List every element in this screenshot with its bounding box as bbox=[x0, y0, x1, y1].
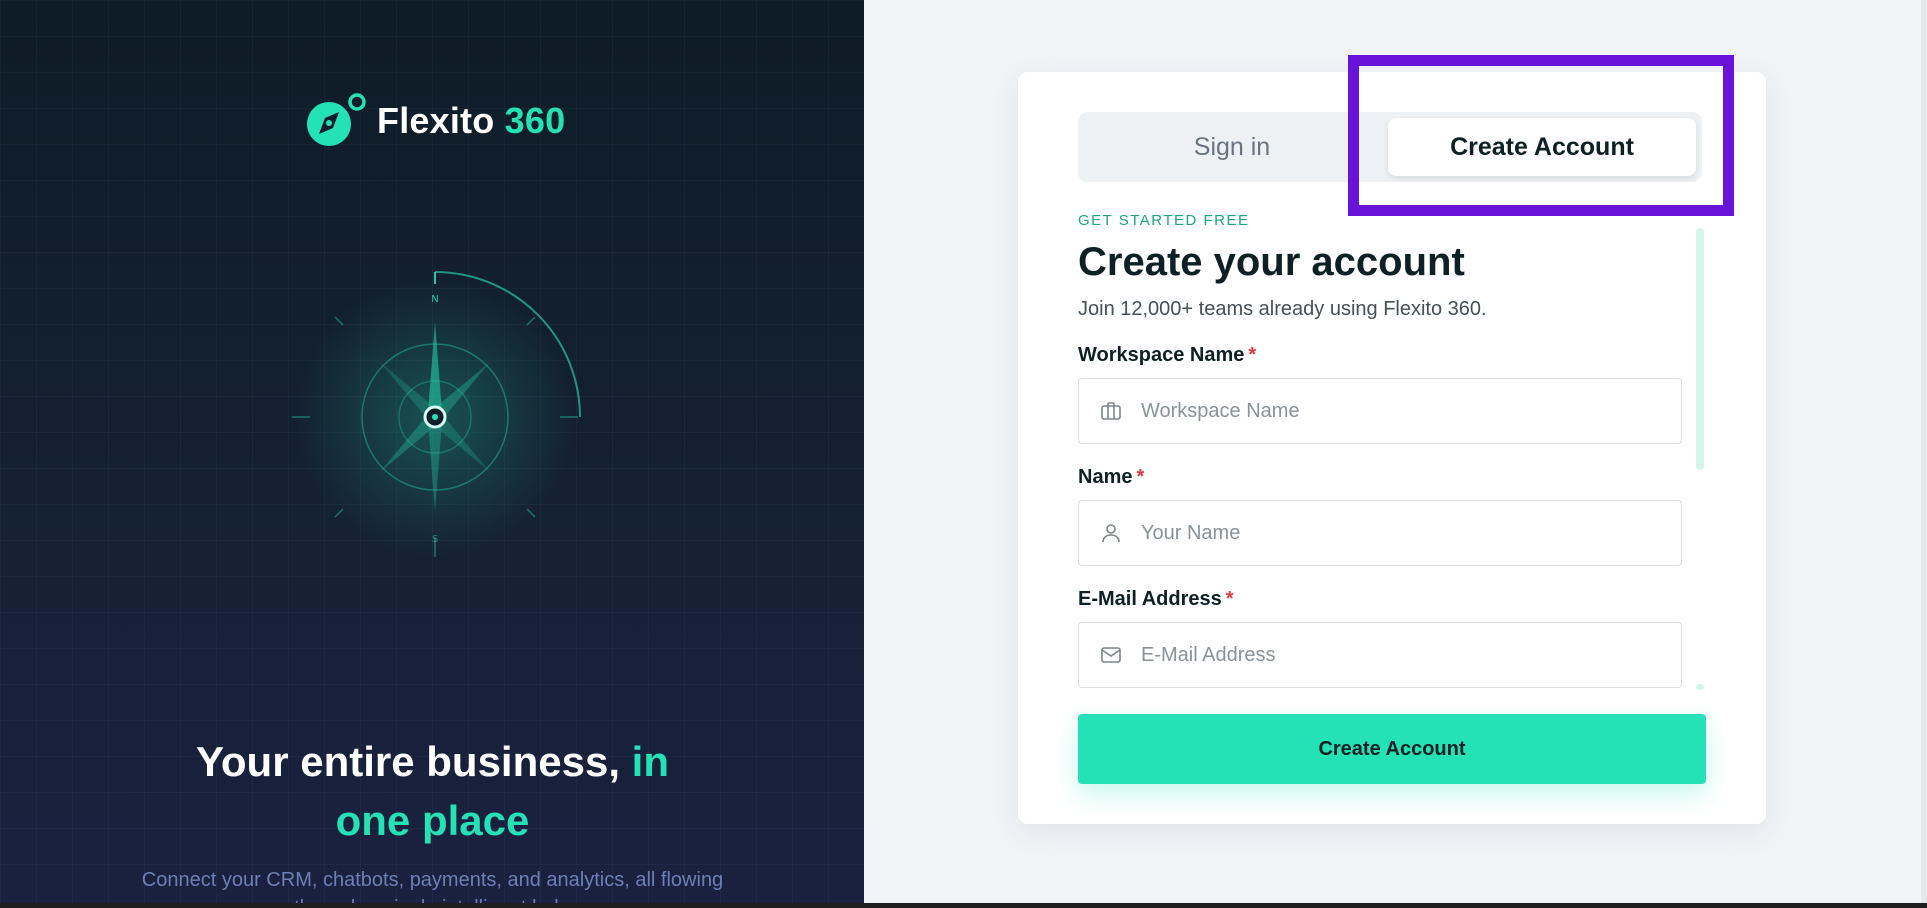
brand-panel: Flexito 360 N S Your entire business, in… bbox=[0, 0, 864, 903]
email-label: E-Mail Address * bbox=[1078, 588, 1234, 610]
tab-create-account[interactable]: Create Account bbox=[1388, 118, 1696, 176]
compass-north-label: N bbox=[431, 294, 438, 305]
brand-name: Flexito 360 bbox=[377, 100, 566, 141]
auth-tabs: Sign in Create Account bbox=[1078, 112, 1702, 182]
form-scrollbar[interactable] bbox=[1696, 228, 1704, 470]
briefcase-icon bbox=[1097, 397, 1125, 425]
workspace-name-input[interactable] bbox=[1139, 398, 1663, 424]
workspace-name-label: Workspace Name * bbox=[1078, 344, 1257, 366]
mail-icon bbox=[1097, 641, 1125, 669]
user-icon bbox=[1097, 519, 1125, 547]
name-input[interactable] bbox=[1139, 520, 1663, 546]
brand-logo: Flexito 360 bbox=[305, 92, 565, 150]
hero-headline: Your entire business, in one place bbox=[196, 738, 669, 844]
form-description: Join 12,000+ teams already using Flexito… bbox=[1078, 298, 1487, 320]
compass-illustration: N S bbox=[270, 262, 600, 572]
email-input[interactable] bbox=[1139, 642, 1663, 668]
hero-subtext: Connect your CRM, chatbots, payments, an… bbox=[141, 869, 724, 903]
tab-sign-in[interactable]: Sign in bbox=[1078, 118, 1386, 176]
email-field bbox=[1078, 622, 1682, 688]
create-account-button[interactable]: Create Account bbox=[1078, 714, 1706, 784]
brand-accent: 360 bbox=[504, 100, 566, 141]
workspace-name-field bbox=[1078, 378, 1682, 444]
auth-card: Sign in Create Account GET STARTED FREE … bbox=[1018, 72, 1766, 824]
compass-icon bbox=[305, 92, 369, 150]
compass-south-label: S bbox=[432, 534, 438, 545]
name-label: Name * bbox=[1078, 466, 1145, 488]
form-title: Create your account bbox=[1078, 240, 1465, 284]
bottom-taskbar bbox=[0, 903, 1927, 908]
form-scrollbar-end bbox=[1696, 684, 1704, 690]
form-eyebrow: GET STARTED FREE bbox=[1078, 212, 1250, 229]
name-field bbox=[1078, 500, 1682, 566]
window-edge bbox=[1921, 0, 1927, 903]
